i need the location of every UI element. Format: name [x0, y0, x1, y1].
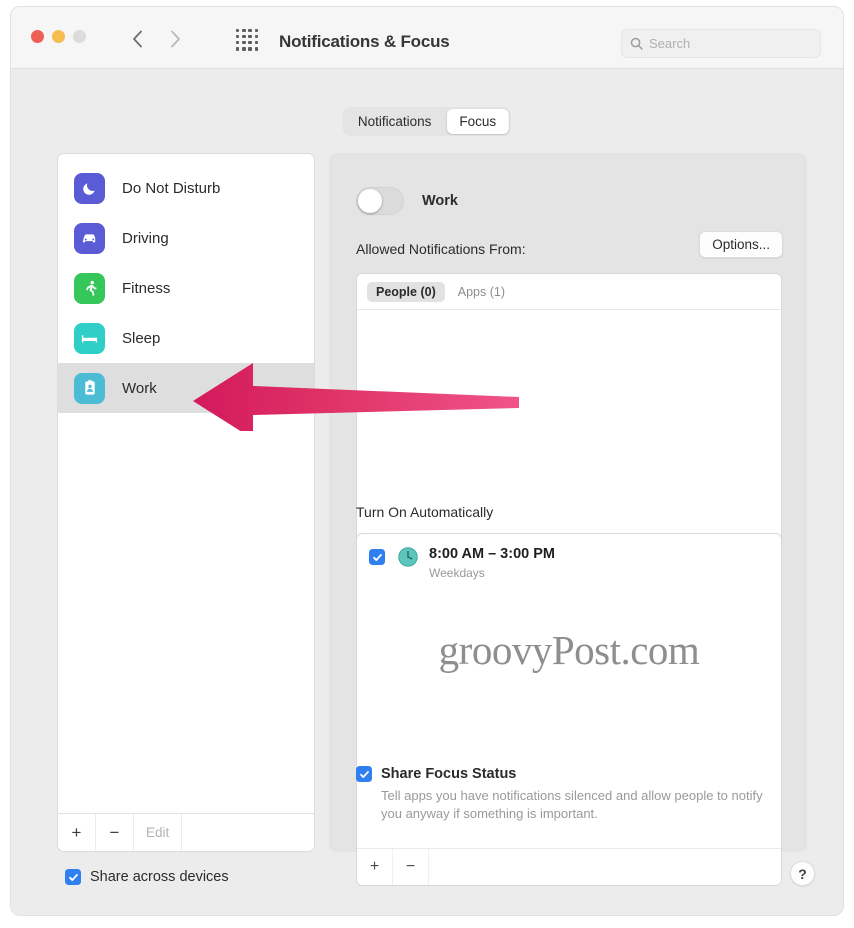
add-focus-button[interactable]: +	[58, 814, 96, 851]
schedule-days: Weekdays	[429, 566, 485, 581]
focus-sidebar: Do Not Disturb Driving Fitness Sleep Wor…	[57, 153, 315, 852]
segment-people[interactable]: People (0)	[367, 281, 445, 302]
show-all-grid-icon[interactable]	[236, 28, 264, 51]
share-focus-status-checkbox[interactable]	[356, 766, 372, 782]
schedule-time: 8:00 AM – 3:00 PM	[429, 546, 555, 562]
sidebar-item-fitness[interactable]: Fitness	[58, 263, 314, 313]
share-across-devices-label: Share across devices	[90, 869, 229, 885]
share-across-devices-checkbox[interactable]	[65, 869, 81, 885]
zoom-button	[73, 30, 86, 43]
share-focus-status-row: Share Focus Status	[356, 766, 786, 782]
focus-list: Do Not Disturb Driving Fitness Sleep Wor…	[58, 154, 314, 413]
search-box[interactable]	[621, 29, 821, 58]
back-chevron-icon	[132, 30, 143, 48]
share-focus-status-label: Share Focus Status	[381, 766, 517, 782]
search-input[interactable]	[649, 36, 812, 51]
sidebar-item-label: Work	[122, 379, 157, 397]
sidebar-item-label: Sleep	[122, 329, 161, 347]
options-button[interactable]: Options...	[699, 231, 783, 258]
sidebar-item-label: Driving	[122, 229, 169, 247]
segmented-tabs: Notifications Focus	[342, 107, 512, 136]
moon-icon	[74, 172, 105, 204]
car-icon	[74, 222, 105, 254]
traffic-lights	[31, 30, 86, 43]
turn-on-automatically-heading: Turn On Automatically	[356, 504, 494, 520]
sidebar-item-label: Do Not Disturb	[122, 179, 221, 197]
schedule-list-footer: + −	[357, 848, 781, 885]
allowed-notifications-heading: Allowed Notifications From:	[356, 241, 526, 257]
titlebar: Notifications & Focus	[11, 7, 843, 69]
schedule-checkbox[interactable]	[369, 549, 385, 565]
automatic-schedule-listbox: 8:00 AM – 3:00 PM Weekdays groovyPost.co…	[356, 533, 782, 886]
watermark: groovyPost.com	[438, 627, 700, 673]
share-across-devices-row: Share across devices	[65, 869, 229, 885]
runner-icon	[74, 272, 105, 304]
remove-schedule-button[interactable]: −	[393, 849, 429, 885]
focus-toggle-switch[interactable]	[356, 187, 404, 215]
clock-icon	[397, 546, 419, 568]
share-focus-status-section: Share Focus Status Tell apps you have no…	[356, 766, 786, 824]
tab-focus[interactable]: Focus	[446, 109, 510, 134]
tab-notifications[interactable]: Notifications	[345, 109, 445, 134]
minimize-button[interactable]	[52, 30, 65, 43]
sidebar-item-label: Fitness	[122, 279, 171, 297]
remove-focus-button[interactable]: −	[96, 814, 134, 851]
schedule-row[interactable]: 8:00 AM – 3:00 PM Weekdays	[357, 534, 781, 580]
search-icon	[630, 37, 643, 50]
toggle-knob	[358, 189, 382, 213]
edit-focus-button[interactable]: Edit	[134, 814, 183, 851]
focus-detail-panel: Work Allowed Notifications From: Options…	[329, 153, 807, 886]
schedule-text: 8:00 AM – 3:00 PM Weekdays	[429, 546, 555, 580]
sidebar-footer: + − Edit	[58, 813, 314, 851]
bed-icon	[74, 322, 105, 354]
add-schedule-button[interactable]: +	[357, 849, 393, 885]
forward-chevron-icon	[170, 30, 181, 48]
close-button[interactable]	[31, 30, 44, 43]
sidebar-item-do-not-disturb[interactable]: Do Not Disturb	[58, 163, 314, 213]
system-preferences-window: Notifications & Focus Notifications Focu…	[10, 6, 844, 916]
segment-apps[interactable]: Apps (1)	[449, 282, 514, 302]
share-focus-status-description: Tell apps you have notifications silence…	[381, 788, 763, 822]
forward-button[interactable]	[165, 27, 185, 51]
page-title: Notifications & Focus	[279, 32, 450, 51]
sidebar-item-sleep[interactable]: Sleep	[58, 313, 314, 363]
sidebar-item-driving[interactable]: Driving	[58, 213, 314, 263]
focus-enable-row: Work	[356, 187, 458, 215]
id-badge-icon	[74, 372, 105, 404]
help-button[interactable]: ?	[790, 861, 815, 886]
sidebar-item-work[interactable]: Work	[58, 363, 314, 413]
allowed-segmented-control: People (0) Apps (1)	[357, 274, 781, 310]
focus-toggle-label: Work	[422, 193, 458, 209]
back-button[interactable]	[127, 27, 147, 51]
